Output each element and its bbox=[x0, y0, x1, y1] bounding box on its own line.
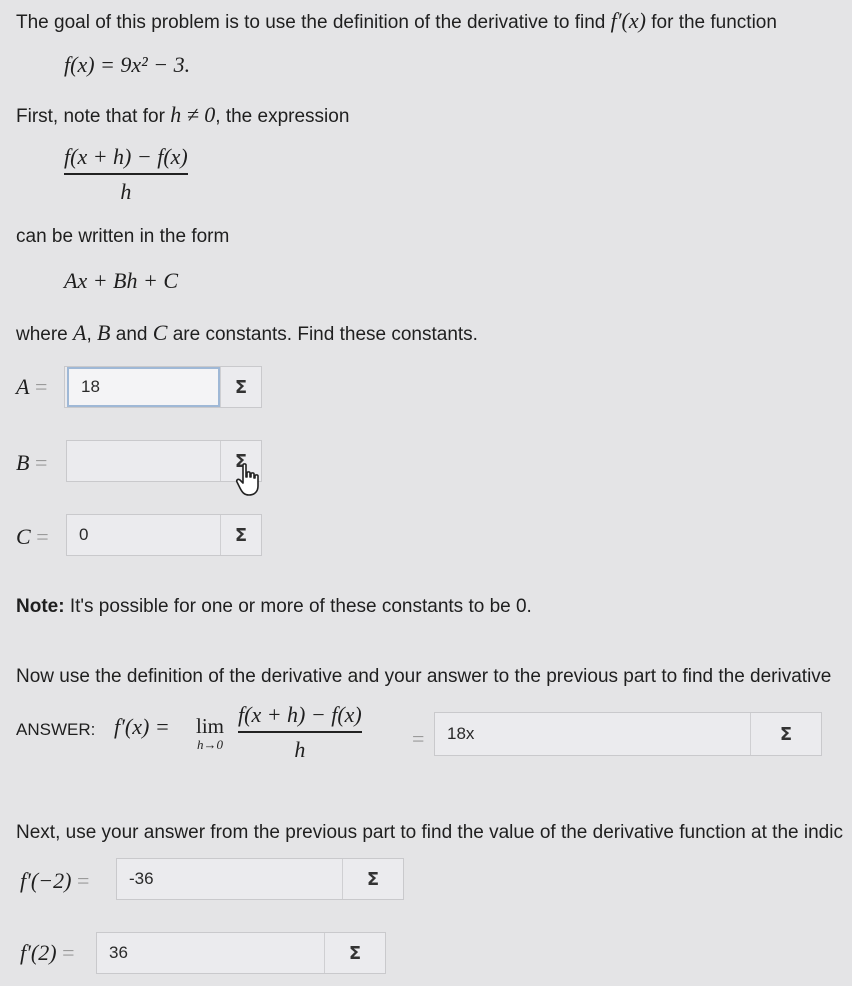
answer-c-field[interactable]: 0 Σ bbox=[66, 514, 262, 556]
evaluate-instruction: Next, use your answer from the previous … bbox=[16, 822, 843, 843]
label-b-equals: = bbox=[34, 450, 48, 475]
derivative-instruction: Now use the definition of the derivative… bbox=[16, 666, 832, 687]
sigma-icon[interactable]: Σ bbox=[342, 859, 403, 899]
where-and: and bbox=[115, 324, 148, 345]
intro-math: f′(x) bbox=[610, 8, 646, 33]
note-label: Note: bbox=[16, 596, 65, 617]
label-c-equals: = bbox=[36, 524, 49, 549]
f-prime-2-field[interactable]: 36 Σ bbox=[96, 932, 386, 974]
derivative-numerator: f(x + h) − f(x) bbox=[238, 702, 362, 727]
label-a: A = bbox=[16, 374, 47, 400]
note-text: It's possible for one or more of these c… bbox=[69, 596, 532, 617]
function-definition: f(x) = 9x² − 3. bbox=[64, 52, 191, 77]
label-f-prime-2: f′(2) = bbox=[20, 940, 75, 966]
first-note-end: , the expression bbox=[215, 106, 350, 127]
answer-label: ANSWER: bbox=[16, 720, 96, 739]
first-note-math: h ≠ 0 bbox=[170, 102, 216, 127]
label-f-prime-neg2: f′(−2) = bbox=[20, 868, 89, 894]
f-prime-neg2-input[interactable]: -36 bbox=[117, 859, 342, 899]
answer-a-input[interactable]: 18 bbox=[67, 367, 220, 407]
written-form-text: can be written in the form bbox=[16, 226, 230, 247]
label-a-letter: A bbox=[16, 374, 30, 399]
where-b: B bbox=[97, 320, 111, 345]
where-a: A bbox=[73, 320, 87, 345]
limit-subscript: h→0 bbox=[197, 737, 223, 752]
answer-c-input[interactable]: 0 bbox=[67, 515, 220, 555]
f-prime-neg2-text: f′(−2) bbox=[20, 868, 72, 893]
answer-a-field[interactable]: 18 Σ bbox=[64, 366, 262, 408]
difference-quotient: f(x + h) − f(x) h bbox=[64, 144, 188, 205]
f-prime-2-text: f′(2) bbox=[20, 940, 57, 965]
intro-text-end: for the function bbox=[651, 12, 777, 33]
problem-intro: The goal of this problem is to use the d… bbox=[16, 8, 777, 34]
first-note-text: First, note that for bbox=[16, 106, 165, 127]
fraction-numerator: f(x + h) − f(x) bbox=[64, 144, 188, 169]
derivative-equals: = bbox=[412, 726, 425, 751]
label-b-letter: B bbox=[16, 450, 30, 475]
linear-form: Ax + Bh + C bbox=[64, 268, 179, 293]
derivative-answer-input[interactable]: 18x bbox=[435, 713, 750, 755]
sigma-icon[interactable]: Σ bbox=[324, 933, 385, 973]
sigma-icon[interactable]: Σ bbox=[220, 515, 261, 555]
note: Note: It's possible for one or more of t… bbox=[16, 596, 532, 618]
limit: lim h→0 bbox=[196, 714, 224, 753]
where-c: C bbox=[152, 320, 168, 345]
f-prime-2-input[interactable]: 36 bbox=[97, 933, 324, 973]
fraction-bar bbox=[64, 173, 188, 175]
label-c: C = bbox=[16, 524, 49, 550]
f-prime-2-equals: = bbox=[62, 940, 75, 965]
fraction-denominator: h bbox=[120, 179, 132, 204]
answer-b-input[interactable] bbox=[67, 441, 220, 481]
derivative-denominator: h bbox=[294, 737, 306, 762]
where-text: where bbox=[16, 324, 68, 345]
f-prime-neg2-equals: = bbox=[76, 868, 90, 893]
derivative-fraction-bar bbox=[238, 731, 362, 733]
sigma-icon[interactable]: Σ bbox=[220, 367, 261, 407]
label-a-equals: = bbox=[34, 374, 48, 399]
label-b: B = bbox=[16, 450, 47, 476]
where-end: are constants. Find these constants. bbox=[172, 324, 478, 345]
derivative-answer-field[interactable]: 18x Σ bbox=[434, 712, 822, 756]
sigma-icon[interactable]: Σ bbox=[750, 713, 821, 755]
derivative-quotient: f(x + h) − f(x) h bbox=[238, 702, 362, 763]
derivative-lhs: f′(x) = bbox=[114, 714, 170, 739]
constants-instruction: where A, B and C are constants. Find the… bbox=[16, 320, 478, 346]
label-c-letter: C bbox=[16, 524, 31, 549]
where-comma: , bbox=[86, 324, 92, 345]
hand-pointer-icon bbox=[235, 463, 259, 496]
first-note: First, note that for h ≠ 0, the expressi… bbox=[16, 102, 349, 128]
f-prime-neg2-field[interactable]: -36 Σ bbox=[116, 858, 404, 900]
answer-b-field[interactable]: Σ bbox=[66, 440, 262, 482]
intro-text: The goal of this problem is to use the d… bbox=[16, 12, 606, 33]
limit-text: lim bbox=[196, 714, 225, 738]
